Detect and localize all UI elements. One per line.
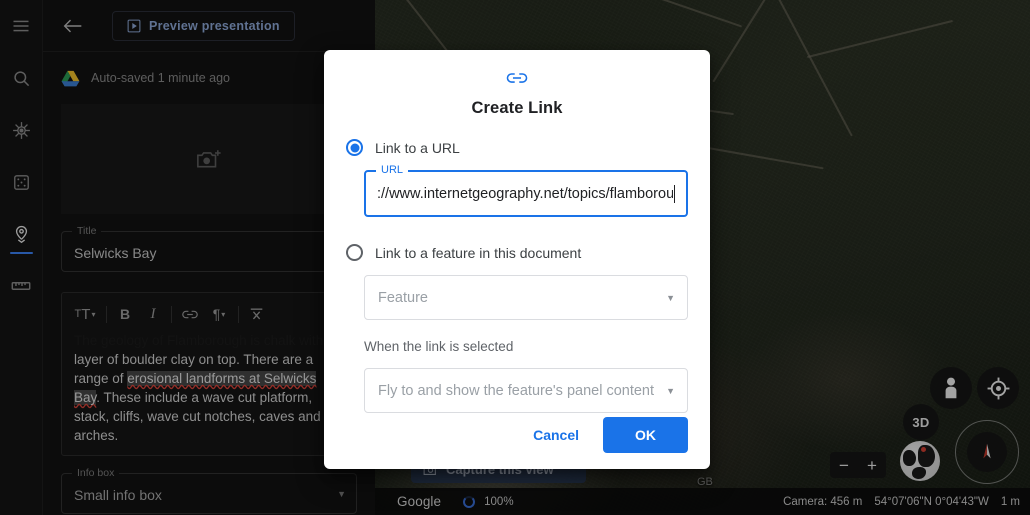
ok-button[interactable]: OK	[603, 417, 688, 453]
chevron-down-icon: ▼	[666, 385, 675, 396]
link-icon	[506, 73, 528, 83]
dialog-actions: Cancel OK	[523, 417, 688, 453]
text-caret	[673, 184, 675, 203]
cancel-button[interactable]: Cancel	[523, 418, 589, 452]
url-input[interactable]: URL ://www.internetgeography.net/topics/…	[364, 164, 688, 217]
radio-link-to-feature-label: Link to a feature in this document	[375, 244, 582, 261]
radio-link-to-url-label: Link to a URL	[375, 139, 460, 156]
app-root: ...cks Bay GB 3D − +	[0, 0, 1030, 515]
when-link-selected-label: When the link is selected	[364, 339, 514, 354]
dialog-title: Create Link	[471, 99, 563, 117]
feature-select[interactable]: Feature ▼	[364, 275, 688, 320]
dialog-icon	[346, 70, 688, 92]
url-input-value: ://www.internetgeography.net/topics/flam…	[377, 185, 673, 202]
radio-link-to-feature-indicator[interactable]	[346, 244, 363, 261]
feature-select-value: Feature	[378, 289, 428, 306]
radio-link-to-feature[interactable]: Link to a feature in this document	[346, 244, 688, 261]
link-action-select[interactable]: Fly to and show the feature's panel cont…	[364, 368, 688, 413]
chevron-down-icon: ▼	[666, 292, 675, 303]
url-input-legend: URL	[376, 164, 409, 176]
radio-link-to-url[interactable]: Link to a URL	[346, 139, 688, 156]
create-link-dialog: Create Link Link to a URL URL ://www.int…	[324, 50, 710, 469]
radio-link-to-url-indicator[interactable]	[346, 139, 363, 156]
link-action-select-value: Fly to and show the feature's panel cont…	[378, 382, 655, 399]
